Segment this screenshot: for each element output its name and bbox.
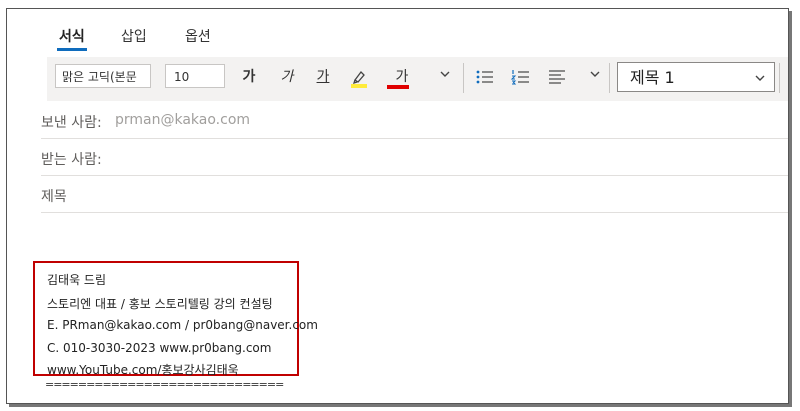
signature-line: E. PRman@kakao.com / pr0bang@naver.com	[47, 318, 318, 332]
paragraph-style-value: 제목 1	[630, 68, 675, 87]
underline-button[interactable]: 가	[311, 65, 335, 89]
to-label: 받는 사람:	[41, 152, 102, 168]
compose-window: 서식 삽입 옵션 맑은 고딕(본문 10 가 가 가 가 제목 1 보낸 사람:…	[6, 8, 789, 404]
more-paragraph-dropdown[interactable]	[583, 65, 607, 89]
subject-field[interactable]: 제목	[41, 175, 788, 213]
active-tab-indicator	[57, 48, 87, 51]
chevron-down-icon	[590, 71, 600, 77]
from-value[interactable]: prman@kakao.com	[115, 112, 250, 128]
format-toolbar: 맑은 고딕(본문 10 가 가 가 가 제목 1	[47, 57, 788, 101]
align-left-icon	[549, 70, 565, 84]
font-size-input[interactable]: 10	[165, 64, 225, 88]
tab-format[interactable]: 서식	[59, 26, 85, 46]
font-color-label: 가	[395, 69, 409, 85]
signature-line: 스토리엔 대표 / 홍보 스토리텔링 강의 컨설팅	[47, 297, 273, 311]
font-color-swatch	[387, 85, 409, 89]
signature-line: 김태욱 드림	[47, 273, 107, 287]
numbered-list-icon	[510, 70, 529, 85]
font-name-input[interactable]: 맑은 고딕(본문	[55, 64, 151, 88]
toolbar-divider	[609, 63, 610, 93]
paragraph-style-select[interactable]: 제목 1	[617, 62, 775, 92]
chevron-down-icon	[754, 63, 766, 104]
signature-highlight-box: 김태욱 드림 스토리엔 대표 / 홍보 스토리텔링 강의 컨설팅 E. PRma…	[33, 261, 318, 377]
numbered-list-button[interactable]	[509, 65, 533, 89]
toolbar-divider	[463, 63, 464, 93]
highlight-button[interactable]	[347, 65, 371, 89]
signature-divider: =============================	[45, 378, 284, 391]
subject-label: 제목	[41, 189, 67, 205]
highlight-color-swatch	[351, 84, 367, 88]
bullet-list-button[interactable]	[473, 65, 497, 89]
align-button[interactable]	[545, 65, 569, 89]
from-label: 보낸 사람:	[41, 115, 102, 131]
signature-line: C. 010-3030-2023 www.pr0bang.com	[47, 341, 272, 355]
italic-button[interactable]: 가	[275, 65, 299, 89]
chevron-down-icon	[440, 71, 450, 77]
from-field[interactable]: 보낸 사람: prman@kakao.com	[41, 101, 788, 139]
font-color-button[interactable]: 가	[387, 65, 417, 89]
tab-options[interactable]: 옵션	[185, 26, 211, 46]
bold-button[interactable]: 가	[237, 65, 261, 89]
toolbar-divider	[779, 63, 780, 93]
tab-insert[interactable]: 삽입	[121, 26, 147, 46]
signature-line: www.YouTube.com/홍보강사김태욱	[47, 363, 239, 377]
more-format-dropdown[interactable]	[433, 65, 457, 89]
to-field[interactable]: 받는 사람:	[41, 138, 788, 176]
bullet-list-icon	[476, 70, 493, 84]
